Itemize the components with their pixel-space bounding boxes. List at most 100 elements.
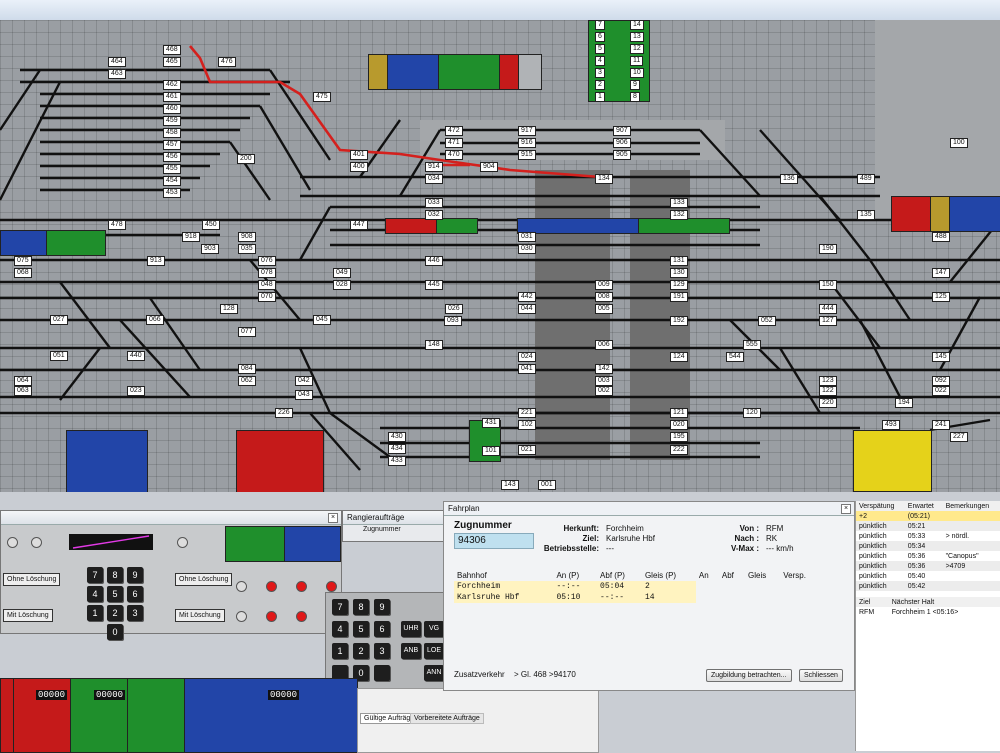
rangier-key[interactable]: 2 [353, 643, 369, 659]
close-icon[interactable]: × [328, 513, 338, 523]
stellpult-key[interactable]: 9 [127, 567, 143, 583]
train-number-label[interactable]: 12 [630, 44, 644, 54]
stellwerk-block-red[interactable] [236, 430, 324, 492]
train-number-label[interactable]: 431 [482, 418, 500, 428]
signal-block-green[interactable] [438, 54, 500, 90]
train-number-label[interactable]: 464 [108, 57, 126, 67]
ohne-loeschung-button-right[interactable]: Ohne Löschung [175, 573, 233, 586]
train-number-label[interactable]: 1 [595, 92, 605, 102]
train-number-label[interactable]: 488 [932, 232, 950, 242]
stellpult-red-indicator-4[interactable] [266, 611, 277, 622]
train-number-label[interactable]: 125 [932, 292, 950, 302]
train-number-label[interactable]: 123 [819, 376, 837, 386]
rangier-function-key[interactable]: ANB [401, 643, 421, 659]
bottom-red-block-1[interactable] [0, 678, 14, 753]
delay-row[interactable]: pünktlich 05:34 [856, 541, 1000, 551]
train-number-label[interactable]: 045 [313, 315, 331, 325]
train-number-label[interactable]: 226 [275, 408, 293, 418]
rangier-key[interactable]: 6 [374, 621, 390, 637]
stellpult-red-indicator-1[interactable] [266, 581, 277, 592]
train-number-label[interactable]: 131 [670, 256, 688, 266]
stellpult-key[interactable]: 2 [107, 605, 123, 621]
delay-row[interactable]: +2 (05:21) [856, 511, 1000, 521]
train-number-label[interactable]: 035 [238, 244, 256, 254]
rangier-function-key[interactable]: UHR [401, 621, 421, 637]
train-number-label[interactable]: 124 [670, 352, 688, 362]
stellpult-red-indicator-2[interactable] [296, 581, 307, 592]
train-number-label[interactable]: 430 [388, 432, 406, 442]
train-number-label[interactable]: 470 [445, 150, 463, 160]
train-number-label[interactable]: 2 [595, 80, 605, 90]
rangier-key[interactable]: 3 [374, 643, 390, 659]
rangier-key[interactable]: 5 [353, 621, 369, 637]
train-number-label[interactable]: 918 [182, 232, 200, 242]
train-number-label[interactable]: 034 [425, 174, 443, 184]
train-number-label[interactable]: 068 [14, 268, 32, 278]
rangier-key[interactable]: 7 [332, 599, 348, 615]
train-number-label[interactable]: 468 [163, 45, 181, 55]
train-number-label[interactable]: 440 [127, 351, 145, 361]
delay-row[interactable]: pünktlich 05:42 [856, 581, 1000, 591]
train-number-label[interactable]: 459 [163, 116, 181, 126]
track-diagram[interactable]: 464 463 468 465 476 462 461 460 459 458 457 456 455 4… [0, 20, 1000, 492]
train-number-label[interactable]: 026 [445, 304, 463, 314]
bottom-green-block-2[interactable] [127, 678, 185, 753]
delay-row[interactable]: pünktlich 05:40 [856, 571, 1000, 581]
train-number-label[interactable]: 455 [163, 164, 181, 174]
train-number-label[interactable]: 134 [595, 174, 613, 184]
train-number-label[interactable]: 5 [595, 44, 605, 54]
train-number-label[interactable]: 093 [444, 316, 462, 326]
rangier-key[interactable]: 1 [332, 643, 348, 659]
train-number-label[interactable]: 913 [147, 256, 165, 266]
train-number-label[interactable]: 077 [238, 327, 256, 337]
rangier-function-key[interactable]: VG [424, 621, 444, 637]
train-number-label[interactable]: 10 [630, 68, 644, 78]
stellpult-indicator-5[interactable] [236, 611, 247, 622]
train-number-label[interactable]: 906 [613, 138, 631, 148]
stellpult-indicator-1[interactable] [7, 537, 18, 548]
schliessen-button[interactable]: Schliessen [799, 669, 843, 682]
train-number-label[interactable]: 041 [518, 364, 536, 374]
train-number-label[interactable]: 136 [780, 174, 798, 184]
train-number-label[interactable]: 100 [950, 138, 968, 148]
train-number-label[interactable]: 400 [350, 162, 368, 172]
train-number-label[interactable]: 194 [895, 398, 913, 408]
train-number-label[interactable]: 478 [108, 220, 126, 230]
train-number-label[interactable]: 062 [238, 376, 256, 386]
train-number-label[interactable]: 13 [630, 32, 644, 42]
train-number-label[interactable]: 433 [388, 456, 406, 466]
train-number-label[interactable]: 192 [670, 316, 688, 326]
train-number-label[interactable]: 241 [932, 420, 950, 430]
signal-block-red-right[interactable] [891, 196, 931, 232]
stellpult-red-indicator-3[interactable] [326, 581, 337, 592]
train-number-label[interactable]: 043 [295, 390, 313, 400]
train-number-label[interactable]: 078 [258, 268, 276, 278]
next-stop-row[interactable]: RFM Forchheim 1 <05:16> [856, 607, 1000, 617]
train-number-label[interactable]: 457 [163, 140, 181, 150]
train-number-label[interactable]: 028 [333, 280, 351, 290]
train-number-label[interactable]: 476 [218, 57, 236, 67]
train-number-label[interactable]: 462 [163, 80, 181, 90]
train-number-label[interactable]: 102 [518, 420, 536, 430]
train-number-label[interactable]: 200 [237, 154, 255, 164]
train-number-label[interactable]: 092 [932, 376, 950, 386]
train-number-label[interactable]: 908 [238, 232, 256, 242]
train-number-label[interactable]: 221 [518, 408, 536, 418]
ohne-loeschung-button[interactable]: Ohne Löschung [3, 573, 61, 586]
train-number-label[interactable]: 907 [613, 126, 631, 136]
train-number-label[interactable]: 052 [758, 316, 776, 326]
signal-block-red-mid[interactable] [385, 218, 437, 234]
train-number-label[interactable]: 032 [425, 210, 443, 220]
train-number-label[interactable]: 135 [857, 210, 875, 220]
train-number-label[interactable]: 129 [670, 280, 688, 290]
tab-vorbereitete-auftraege[interactable]: Vorbereitete Aufträge [410, 713, 484, 724]
train-number-label[interactable]: 454 [163, 176, 181, 186]
fahrplan-row[interactable]: Forchheim --:-- 05:04 2 [454, 581, 822, 592]
signal-block-yellow-right[interactable] [930, 196, 950, 232]
signal-block-grey[interactable] [518, 54, 542, 90]
signal-block-blue-left[interactable] [0, 230, 47, 256]
train-number-label[interactable]: 143 [501, 480, 519, 490]
train-number-label[interactable]: 475 [313, 92, 331, 102]
delay-row[interactable]: pünktlich 05:21 [856, 521, 1000, 531]
train-number-label[interactable]: 444 [819, 304, 837, 314]
